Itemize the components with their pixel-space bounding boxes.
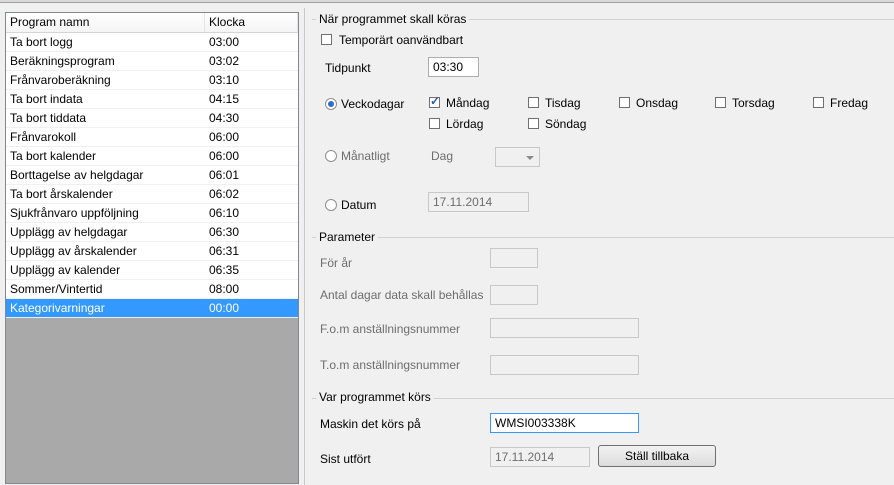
clock-cell: 06:02 xyxy=(209,187,240,201)
day-label-friday: Fredag xyxy=(830,96,869,110)
table-row[interactable]: Upplägg av helgdagar 06:30 xyxy=(6,223,298,242)
program-name-cell: Beräkningsprogram xyxy=(10,54,115,68)
day-checkbox-saturday[interactable] xyxy=(429,118,440,129)
day-label-monday: Måndag xyxy=(446,96,490,110)
table-row[interactable]: Ta bort logg 03:00 xyxy=(6,33,298,52)
clock-cell: 00:00 xyxy=(209,301,240,315)
schedule-group-title: När programmet skall köras xyxy=(316,12,470,26)
year-label: För år xyxy=(320,256,353,270)
table-row[interactable]: Ta bort årskalender 06:02 xyxy=(6,185,298,204)
day-label-sunday: Söndag xyxy=(545,117,587,131)
time-input[interactable]: 03:30 xyxy=(428,57,479,77)
table-row[interactable]: Borttagelse av helgdagar 06:01 xyxy=(6,166,298,185)
clock-cell: 06:30 xyxy=(209,225,240,239)
program-name-cell: Ta bort indata xyxy=(10,92,83,106)
program-name-cell: Kategorivarningar xyxy=(10,301,105,315)
chevron-down-icon xyxy=(526,156,534,160)
window-top-border xyxy=(0,0,894,3)
clock-cell: 08:00 xyxy=(209,282,240,296)
clock-cell: 06:01 xyxy=(209,168,240,182)
keep-days-label: Antal dagar data skall behållas xyxy=(320,288,484,302)
program-list[interactable]: Program namn Klocka Ta bort logg 03:00 Ber… xyxy=(5,12,299,484)
program-name-cell: Ta bort logg xyxy=(10,35,73,49)
clock-cell: 03:02 xyxy=(209,54,240,68)
year-input[interactable] xyxy=(490,248,538,268)
keep-days-input[interactable] xyxy=(490,285,538,305)
last-run-label: Sist utfört xyxy=(320,452,371,466)
last-run-input[interactable]: 17.11.2014 xyxy=(490,447,590,467)
parameter-group-title: Parameter xyxy=(316,230,379,244)
day-label-saturday: Lördag xyxy=(446,117,484,131)
program-name-cell: Ta bort tiddata xyxy=(10,111,87,125)
table-row[interactable]: Frånvaroberäkning 03:10 xyxy=(6,71,298,90)
program-name-cell: Sommer/Vintertid xyxy=(10,282,103,296)
program-name-cell: Frånvarokoll xyxy=(10,130,77,144)
from-employee-input[interactable] xyxy=(490,318,639,338)
monthly-radio[interactable] xyxy=(325,150,337,162)
program-list-header: Program namn Klocka xyxy=(6,13,298,33)
run-group-title: Var programmet körs xyxy=(316,390,434,404)
date-label: Datum xyxy=(341,198,377,212)
to-employee-input[interactable] xyxy=(490,355,639,375)
reset-button[interactable]: Ställ tillbaka xyxy=(598,445,716,467)
day-select-label: Dag xyxy=(431,149,454,163)
day-checkbox-wednesday[interactable] xyxy=(619,97,630,108)
panel-divider xyxy=(304,8,305,485)
day-label-wednesday: Onsdag xyxy=(636,96,679,110)
table-row[interactable]: Frånvarokoll 06:00 xyxy=(6,128,298,147)
clock-cell: 06:35 xyxy=(209,263,240,277)
day-select[interactable] xyxy=(495,147,540,167)
program-name-cell: Sjukfrånvaro uppföljning xyxy=(10,206,139,220)
table-row[interactable]: Ta bort indata 04:15 xyxy=(6,90,298,109)
day-checkbox-thursday[interactable] xyxy=(715,97,726,108)
temp-disabled-checkbox[interactable] xyxy=(321,34,332,45)
machine-input[interactable]: WMSI003338K xyxy=(490,413,639,433)
table-row[interactable]: Upplägg av kalender 06:35 xyxy=(6,261,298,280)
table-row[interactable]: Ta bort tiddata 04:30 xyxy=(6,109,298,128)
program-name-cell: Ta bort kalender xyxy=(10,149,97,163)
to-employee-label: T.o.m anställningsnummer xyxy=(320,358,461,372)
table-row[interactable]: Sommer/Vintertid 08:00 xyxy=(6,280,298,299)
program-list-rows: Ta bort logg 03:00 Beräkningsprogram 03:02 F… xyxy=(6,33,298,318)
clock-cell: 06:10 xyxy=(209,206,240,220)
program-name-cell: Frånvaroberäkning xyxy=(10,73,111,87)
column-header-clock[interactable]: Klocka xyxy=(205,13,298,32)
program-name-cell: Ta bort årskalender xyxy=(10,187,113,201)
clock-cell: 06:00 xyxy=(209,130,240,144)
day-checkbox-sunday[interactable] xyxy=(528,118,539,129)
from-employee-label: F.o.m anställningsnummer xyxy=(320,322,461,336)
table-row[interactable]: Kategorivarningar 00:00 xyxy=(6,299,298,318)
program-name-cell: Borttagelse av helgdagar xyxy=(10,168,144,182)
parameter-group-border xyxy=(312,237,894,238)
day-checkbox-tuesday[interactable] xyxy=(528,97,539,108)
clock-cell: 03:00 xyxy=(209,35,240,49)
clock-cell: 04:30 xyxy=(209,111,240,125)
day-checkbox-friday[interactable] xyxy=(813,97,824,108)
weekly-label: Veckodagar xyxy=(341,97,405,111)
date-radio[interactable] xyxy=(325,199,337,211)
weekly-radio[interactable] xyxy=(325,98,337,110)
machine-label: Maskin det körs på xyxy=(320,417,421,431)
program-name-cell: Upplägg av kalender xyxy=(10,263,121,277)
time-label: Tidpunkt xyxy=(325,61,371,75)
program-name-cell: Upplägg av årskalender xyxy=(10,244,137,258)
program-name-cell: Upplägg av helgdagar xyxy=(10,225,128,239)
clock-cell: 06:00 xyxy=(209,149,240,163)
clock-cell: 03:10 xyxy=(209,73,240,87)
table-row[interactable]: Upplägg av årskalender 06:31 xyxy=(6,242,298,261)
monthly-label: Månatligt xyxy=(341,149,390,163)
clock-cell: 06:31 xyxy=(209,244,240,258)
table-row[interactable]: Sjukfrånvaro uppföljning 06:10 xyxy=(6,204,298,223)
day-label-thursday: Torsdag xyxy=(732,96,775,110)
table-row[interactable]: Ta bort kalender 06:00 xyxy=(6,147,298,166)
date-input[interactable]: 17.11.2014 xyxy=(428,192,529,212)
day-checkbox-monday[interactable] xyxy=(429,94,440,108)
clock-cell: 04:15 xyxy=(209,92,240,106)
temp-disabled-label: Temporärt oanvändbart xyxy=(339,33,464,47)
column-header-program-name[interactable]: Program namn xyxy=(6,13,205,32)
table-row[interactable]: Beräkningsprogram 03:02 xyxy=(6,52,298,71)
day-label-tuesday: Tisdag xyxy=(545,96,581,110)
